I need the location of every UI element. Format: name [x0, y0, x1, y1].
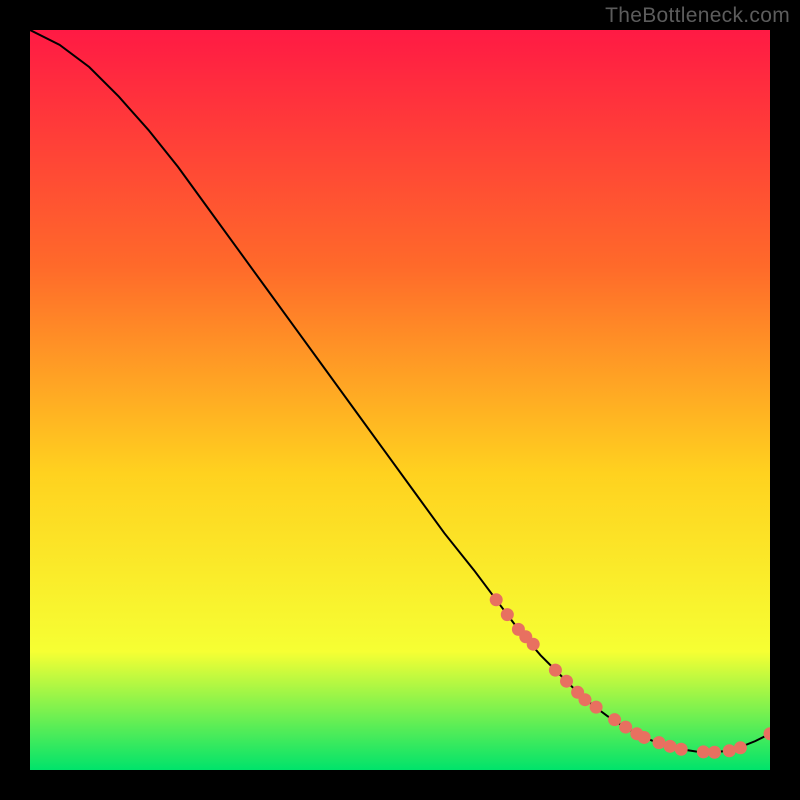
data-point-marker — [619, 721, 632, 734]
data-point-marker — [549, 664, 562, 677]
data-point-marker — [579, 693, 592, 706]
data-point-marker — [708, 746, 721, 759]
chart-stage: TheBottleneck.com — [0, 0, 800, 800]
data-point-marker — [490, 593, 503, 606]
data-point-marker — [697, 745, 710, 758]
data-point-marker — [527, 638, 540, 651]
data-point-marker — [638, 731, 651, 744]
data-point-marker — [590, 701, 603, 714]
data-point-marker — [675, 743, 688, 756]
data-point-marker — [664, 740, 677, 753]
data-point-marker — [723, 744, 736, 757]
data-point-marker — [560, 675, 573, 688]
data-point-marker — [734, 741, 747, 754]
data-point-marker — [608, 713, 621, 726]
data-point-marker — [501, 608, 514, 621]
data-point-marker — [653, 736, 666, 749]
chart-svg — [30, 30, 770, 770]
watermark-text: TheBottleneck.com — [605, 4, 790, 28]
plot-area — [30, 30, 770, 770]
gradient-background — [30, 30, 770, 770]
